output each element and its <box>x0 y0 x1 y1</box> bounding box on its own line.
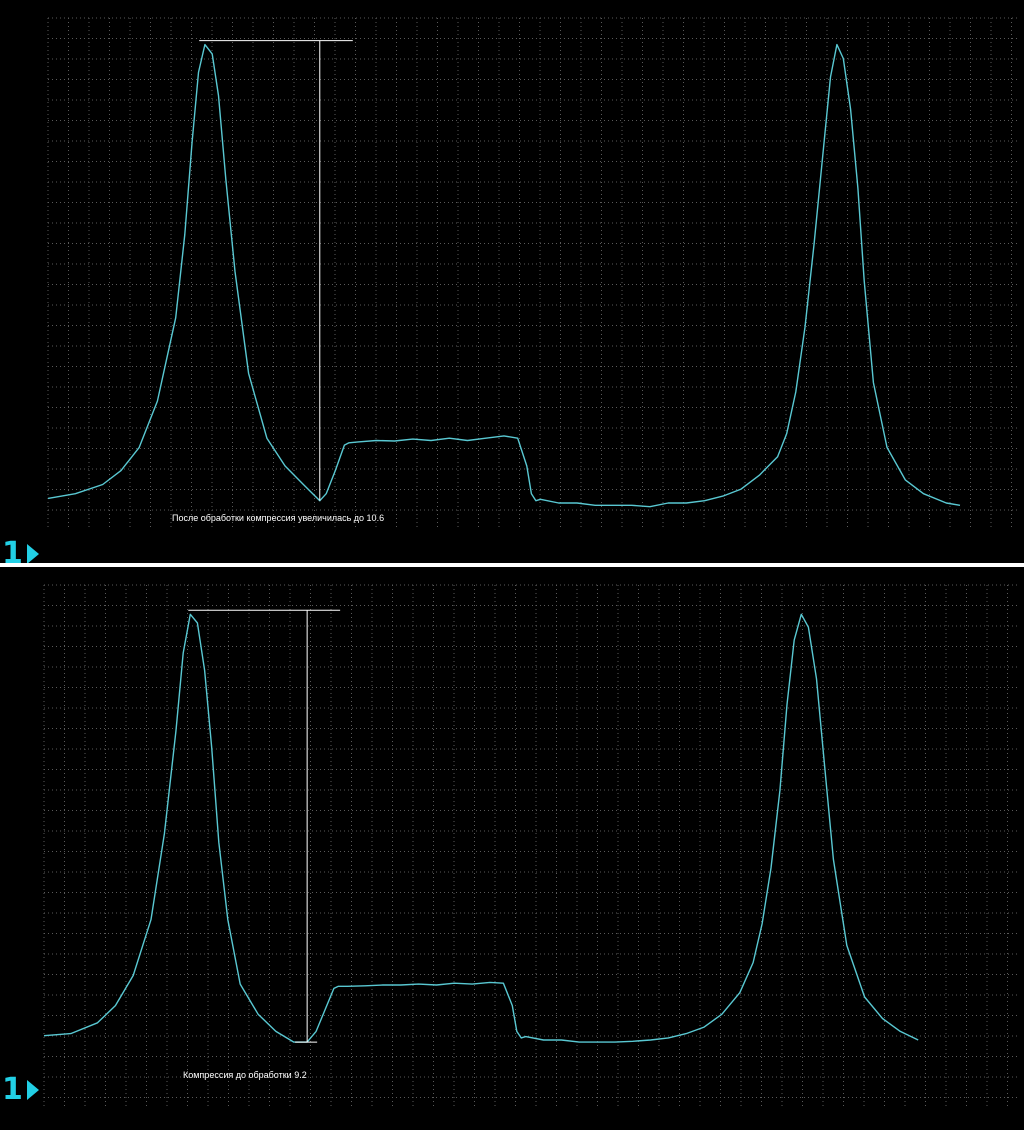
upper-scope-panel: После обработки компрессия увеличилась д… <box>0 0 1024 569</box>
channel-arrow-icon <box>26 1080 39 1100</box>
lower-channel-number: 1 <box>2 1072 23 1107</box>
upper-caption: После обработки компрессия увеличилась д… <box>172 513 385 523</box>
upper-waveform-chart <box>47 17 1020 530</box>
lower-scope-panel: Компрессия до обработки 9.2 1 <box>0 567 1024 1130</box>
lower-channel-marker[interactable]: 1 <box>2 1075 39 1105</box>
lower-waveform-chart <box>43 584 1020 1107</box>
lower-grid <box>43 584 1020 1107</box>
upper-grid <box>47 17 1020 530</box>
upper-waveform-trace <box>47 43 961 508</box>
lower-waveform-trace <box>43 613 919 1043</box>
lower-caption: Компрессия до обработки 9.2 <box>183 1070 307 1080</box>
channel-arrow-icon <box>26 544 39 564</box>
